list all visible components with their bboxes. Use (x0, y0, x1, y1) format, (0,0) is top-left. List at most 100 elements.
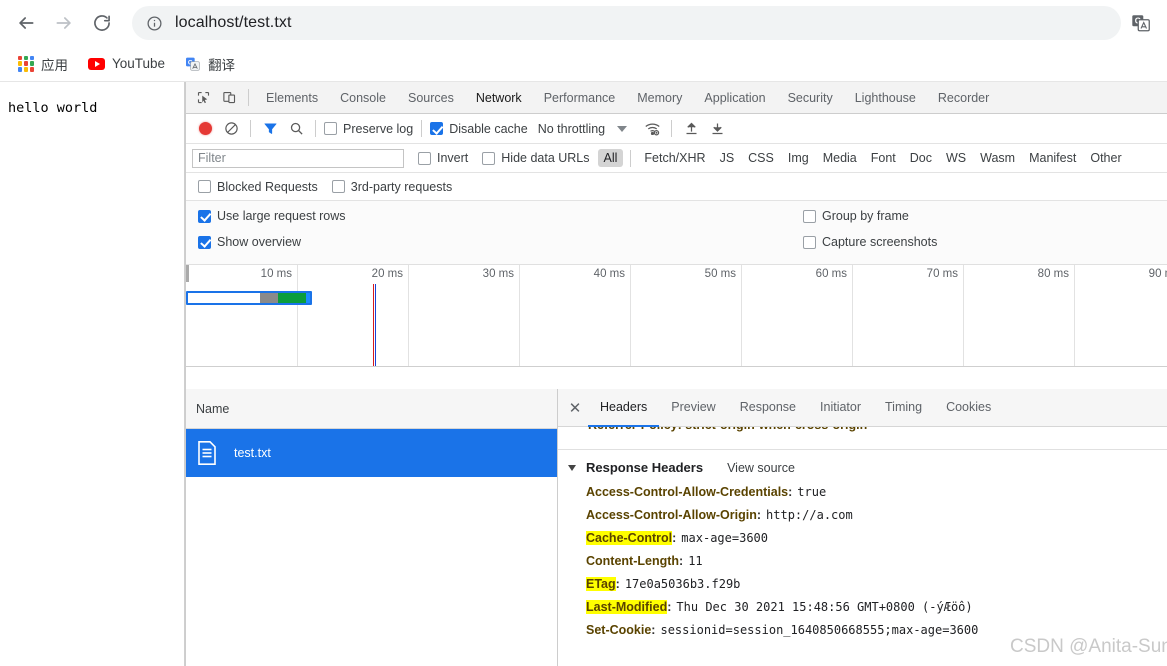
network-conditions-button[interactable] (639, 116, 665, 142)
checkbox-box (482, 152, 495, 165)
devtools-tab-performance[interactable]: Performance (533, 83, 627, 115)
view-source-link[interactable]: View source (727, 461, 795, 475)
devtools-panel: Elements Console Sources Network Perform… (185, 82, 1167, 666)
reload-button[interactable] (86, 7, 118, 39)
filter-type-ws[interactable]: WS (940, 149, 972, 167)
network-toolbar: Preserve log Disable cache No throttling (186, 114, 1167, 144)
detail-tab-preview[interactable]: Preview (659, 389, 727, 427)
capture-screenshots-checkbox[interactable]: Capture screenshots (803, 235, 937, 249)
overview-tick-label: 50 ms (705, 268, 741, 280)
response-headers-section-title[interactable]: Response Headers View source (558, 450, 1167, 481)
bookmark-translate[interactable]: G 翻译 (177, 51, 243, 77)
translate-icon: G (185, 56, 201, 72)
header-row: Cache-Control: max-age=3600 (558, 527, 1167, 550)
filter-type-all[interactable]: All (598, 149, 624, 167)
address-bar[interactable]: localhost/test.txt (132, 6, 1121, 40)
blocked-requests-label: Blocked Requests (217, 180, 318, 194)
devtools-tab-console[interactable]: Console (329, 83, 397, 115)
bookmark-label: YouTube (112, 56, 165, 71)
triangle-down-icon[interactable] (568, 465, 576, 471)
third-party-requests-checkbox[interactable]: 3rd-party requests (332, 180, 452, 194)
invert-checkbox[interactable]: Invert (418, 151, 468, 165)
filter-type-media[interactable]: Media (817, 149, 863, 167)
use-large-rows-checkbox[interactable]: Use large request rows (198, 209, 346, 223)
disable-cache-label: Disable cache (449, 122, 528, 136)
header-name: Access-Control-Allow-Credentials (586, 485, 788, 499)
devtools-tab-network[interactable]: Network (465, 83, 533, 115)
search-button[interactable] (283, 116, 309, 142)
hide-data-urls-checkbox[interactable]: Hide data URLs (482, 151, 589, 165)
filter-input[interactable] (192, 149, 404, 168)
header-value: max-age=3600 (681, 531, 768, 545)
throttling-select-value[interactable]: No throttling (538, 122, 605, 136)
show-overview-checkbox[interactable]: Show overview (198, 235, 346, 249)
apps-grid-icon (18, 56, 34, 72)
filter-type-other[interactable]: Other (1084, 149, 1127, 167)
group-by-frame-checkbox[interactable]: Group by frame (803, 209, 937, 223)
devtools-tab-recorder[interactable]: Recorder (927, 83, 1000, 115)
record-button[interactable] (192, 116, 218, 142)
devtools-tab-lighthouse[interactable]: Lighthouse (844, 83, 927, 115)
back-button[interactable] (10, 7, 42, 39)
header-row: Last-Modified: Thu Dec 30 2021 15:48:56 G… (558, 596, 1167, 619)
arrow-left-icon (16, 13, 36, 33)
bookmarks-bar: 应用 YouTube G 翻译 (0, 46, 1167, 82)
detail-tab-cookies[interactable]: Cookies (934, 389, 1003, 427)
upload-icon (684, 121, 699, 136)
disable-cache-checkbox[interactable]: Disable cache (430, 122, 528, 136)
detail-tab-response[interactable]: Response (728, 389, 808, 427)
column-header-name[interactable]: Name (196, 402, 229, 416)
devtools-tab-application[interactable]: Application (693, 83, 776, 115)
toolbar-divider (421, 120, 422, 137)
filter-type-wasm[interactable]: Wasm (974, 149, 1021, 167)
close-icon[interactable]: ✕ (564, 397, 586, 419)
overview-request-bar (186, 291, 312, 305)
wifi-gear-icon (644, 120, 661, 137)
filter-type-img[interactable]: Img (782, 149, 815, 167)
overview-tick-label: 80 ms (1038, 268, 1074, 280)
network-filter-bar: Invert Hide data URLs All Fetch/XHR JS C… (186, 144, 1167, 173)
url-text: localhost/test.txt (175, 14, 292, 32)
checkbox-box (430, 122, 443, 135)
translate-page-icon[interactable]: G (1127, 9, 1155, 37)
network-overview-timeline[interactable]: 10 ms 20 ms 30 ms 40 ms 50 ms 60 ms 70 m… (186, 265, 1167, 367)
devtools-tab-security[interactable]: Security (777, 83, 844, 115)
group-by-frame-label: Group by frame (822, 209, 909, 223)
detail-tab-timing[interactable]: Timing (873, 389, 934, 427)
devtools-tab-sources[interactable]: Sources (397, 83, 465, 115)
overview-ticks: 10 ms 20 ms 30 ms 40 ms 50 ms 60 ms 70 m… (186, 265, 1167, 366)
blocked-requests-checkbox[interactable]: Blocked Requests (198, 180, 318, 194)
export-har-button[interactable] (704, 116, 730, 142)
devtools-tab-memory[interactable]: Memory (626, 83, 693, 115)
filter-type-manifest[interactable]: Manifest (1023, 149, 1082, 167)
filter-type-js[interactable]: JS (714, 149, 741, 167)
forward-button[interactable] (48, 7, 80, 39)
detail-tab-initiator[interactable]: Initiator (808, 389, 873, 427)
navigation-bar: localhost/test.txt G (0, 0, 1167, 46)
chevron-down-icon[interactable] (617, 126, 627, 132)
use-large-rows-label: Use large request rows (217, 209, 346, 223)
filter-type-font[interactable]: Font (865, 149, 902, 167)
overview-tick-label: 10 ms (261, 268, 297, 280)
filter-toggle-button[interactable] (257, 116, 283, 142)
filter-type-doc[interactable]: Doc (904, 149, 938, 167)
request-list-pane: Name test.txt (186, 389, 558, 666)
site-info-icon[interactable] (146, 15, 163, 32)
device-toolbar-icon[interactable] (216, 85, 242, 111)
request-detail-tabbar: ✕ Headers Preview Response Initiator Tim… (558, 389, 1167, 427)
filter-type-fetch-xhr[interactable]: Fetch/XHR (638, 149, 711, 167)
toolbar-divider (671, 120, 672, 137)
bookmark-apps[interactable]: 应用 (10, 51, 76, 77)
header-value: true (797, 485, 826, 499)
request-row-test-txt[interactable]: test.txt (186, 429, 557, 477)
record-icon (199, 122, 212, 135)
header-row: Content-Length: 11 (558, 550, 1167, 573)
preserve-log-checkbox[interactable]: Preserve log (324, 122, 413, 136)
import-har-button[interactable] (678, 116, 704, 142)
devtools-tab-elements[interactable]: Elements (255, 83, 329, 115)
clear-button[interactable] (218, 116, 244, 142)
inspect-element-icon[interactable] (190, 85, 216, 111)
detail-tab-headers[interactable]: Headers (588, 389, 659, 427)
bookmark-youtube[interactable]: YouTube (80, 51, 173, 77)
filter-type-css[interactable]: CSS (742, 149, 780, 167)
